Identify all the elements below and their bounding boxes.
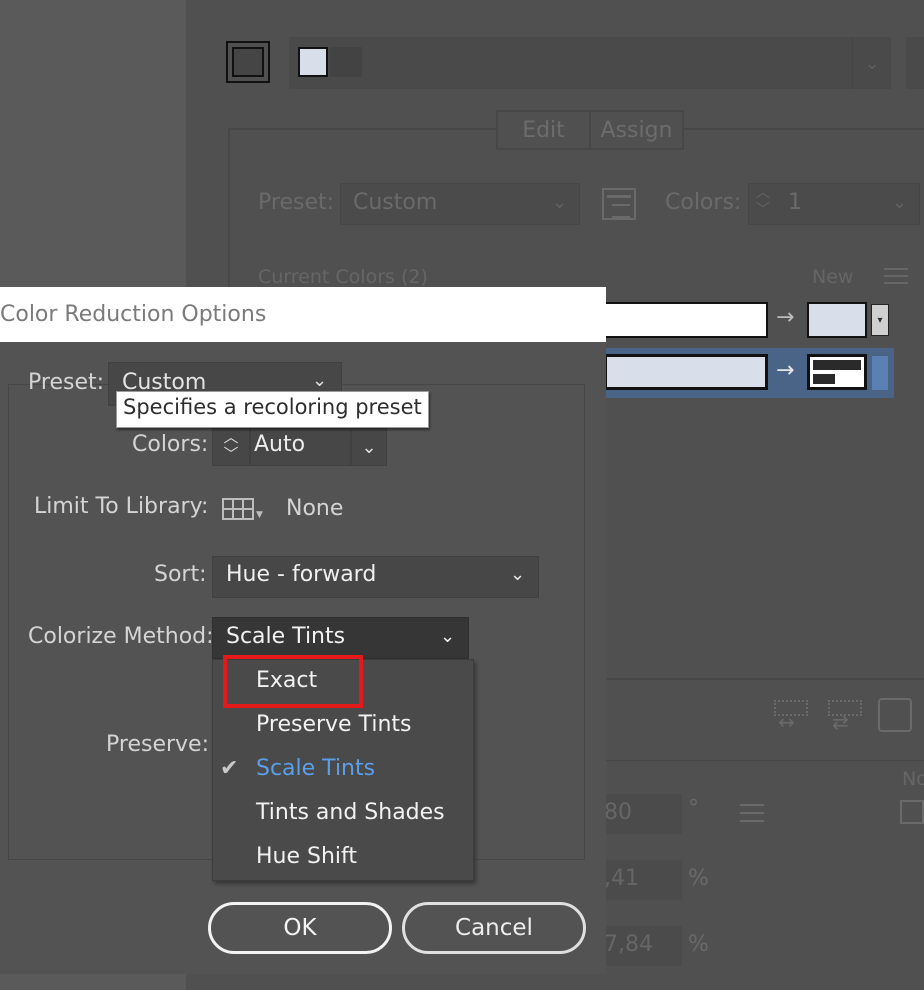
bg-colors-value: 1 (788, 190, 802, 215)
highlight-box (223, 655, 363, 708)
library-grid-icon[interactable] (222, 498, 256, 522)
randomize-colors-icon (826, 698, 862, 734)
preset-options-icon (602, 188, 636, 220)
color-group-swatch (298, 47, 328, 77)
row-selection-tag (872, 356, 888, 390)
new-column-label: New (812, 266, 854, 288)
caret-down-icon[interactable]: ▼ (256, 510, 263, 520)
color-group-swatch-dark (330, 47, 362, 77)
edit-assign-tabs: Edit Assign (496, 110, 684, 150)
checkmark-icon: ✔ (220, 756, 239, 781)
current-colors-label: Current Colors (2) (258, 266, 428, 288)
swatch-dropdown-icon: ▾ (871, 304, 889, 336)
sort-label: Sort: (154, 562, 207, 587)
chevron-down-icon[interactable]: ⌄ (351, 428, 387, 466)
chevron-down-icon: ⌄ (892, 192, 908, 213)
option-preserve-tints[interactable]: Preserve Tints (256, 712, 411, 737)
chevron-down-icon: ⌄ (852, 37, 891, 89)
merge-colors-icon (772, 698, 808, 734)
colors-stepper[interactable]: ︿ ﹀ (212, 428, 250, 466)
colorize-method-value: Scale Tints (226, 624, 346, 649)
grid-icon (900, 800, 924, 824)
ok-button[interactable]: OK (208, 902, 392, 954)
menu-icon (740, 804, 764, 822)
bg-field-value: ,41 (604, 866, 639, 891)
chevron-down-icon[interactable]: ⌄ (510, 564, 525, 585)
degree-unit: ° (688, 796, 699, 821)
artwork-colors-swatch-inner (232, 47, 264, 77)
arrow-right-icon: → (776, 305, 795, 330)
colorize-method-label: Colorize Method: (28, 624, 214, 649)
tab-assign: Assign (589, 112, 682, 148)
chevron-down-icon: ⌄ (552, 192, 568, 213)
menu-icon (884, 268, 908, 284)
option-scale-tints[interactable]: Scale Tints (256, 756, 375, 781)
option-tints-and-shades[interactable]: Tints and Shades (256, 800, 445, 825)
sort-value: Hue - forward (226, 562, 377, 587)
library-value: None (286, 496, 344, 521)
tab-edit: Edit (522, 117, 565, 143)
preserve-label: Preserve: (106, 732, 209, 757)
color-group-bar (289, 37, 891, 89)
percent-unit: % (688, 866, 709, 891)
chevron-down-icon[interactable]: ⌄ (440, 626, 455, 647)
preset-label: Preset: (28, 370, 105, 395)
bg-field-value: 7,84 (604, 932, 653, 957)
divider (604, 760, 924, 761)
color-tools (772, 698, 916, 734)
bg-field-value: 80 (604, 800, 632, 825)
bg-preset-label: Preset: (258, 190, 335, 215)
current-color-bar-blue (604, 354, 768, 390)
bg-preset-value: Custom (353, 190, 438, 215)
current-color-bar-white (604, 302, 768, 338)
truncated-label: No (902, 768, 924, 790)
find-color-icon (878, 698, 912, 732)
colors-label: Colors: (132, 432, 209, 457)
new-color-swatch (807, 302, 867, 338)
bg-colors-label: Colors: (665, 190, 742, 215)
cancel-button[interactable]: Cancel (402, 902, 586, 954)
dialog-title: Color Reduction Options (0, 302, 267, 327)
arrow-right-icon: → (776, 358, 795, 383)
percent-unit: % (688, 932, 709, 957)
chevron-down-icon[interactable]: ⌄ (312, 370, 327, 391)
limit-to-library-label: Limit To Library: (34, 494, 209, 519)
tooltip: Specifies a recoloring preset (116, 391, 429, 428)
colors-value: Auto (254, 432, 306, 457)
tint-bar (813, 360, 861, 370)
panel-edge-button (906, 37, 924, 89)
stepper-arrows-icon: ︿ ﹀ (756, 185, 770, 218)
option-hue-shift[interactable]: Hue Shift (256, 844, 357, 869)
tint-bar (813, 374, 835, 384)
